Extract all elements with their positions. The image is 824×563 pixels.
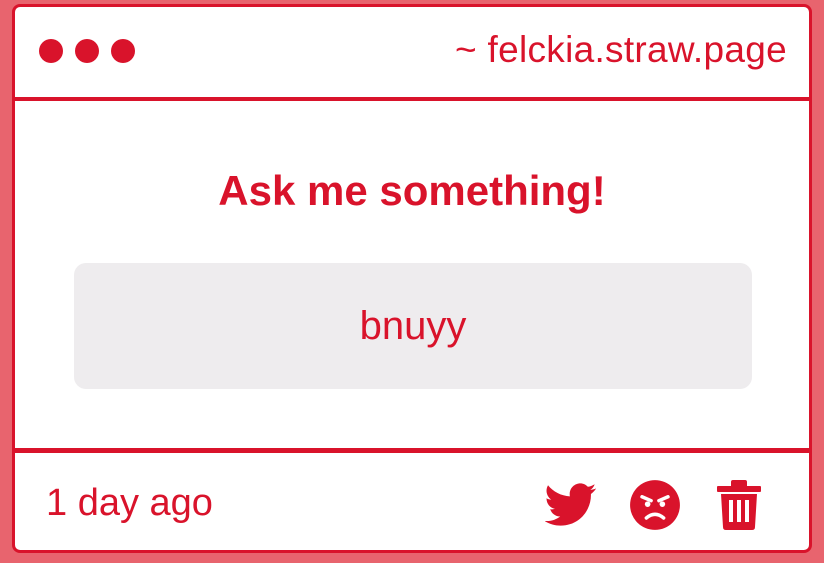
delete-button[interactable]	[713, 479, 765, 531]
report-button[interactable]	[629, 479, 681, 531]
card-footer: 1 day ago	[15, 448, 809, 550]
card-body: Ask me something! bnuyy	[15, 101, 809, 448]
action-buttons	[545, 479, 765, 531]
twitter-bird-icon	[545, 483, 597, 526]
trash-icon	[717, 480, 761, 530]
window-dot-close[interactable]	[39, 39, 63, 63]
share-twitter-button[interactable]	[545, 479, 597, 531]
window-controls	[39, 39, 135, 63]
page-title: Ask me something!	[218, 167, 606, 214]
window-dot-maximize[interactable]	[111, 39, 135, 63]
question-card: ~ felckia.straw.page Ask me something! b…	[12, 4, 812, 553]
window-titlebar: ~ felckia.straw.page	[15, 7, 809, 101]
window-dot-minimize[interactable]	[75, 39, 99, 63]
site-address[interactable]: ~ felckia.straw.page	[455, 29, 787, 71]
timestamp: 1 day ago	[46, 482, 213, 524]
question-text-box: bnuyy	[74, 263, 752, 389]
question-text: bnuyy	[359, 303, 467, 348]
angry-face-icon	[630, 480, 680, 530]
